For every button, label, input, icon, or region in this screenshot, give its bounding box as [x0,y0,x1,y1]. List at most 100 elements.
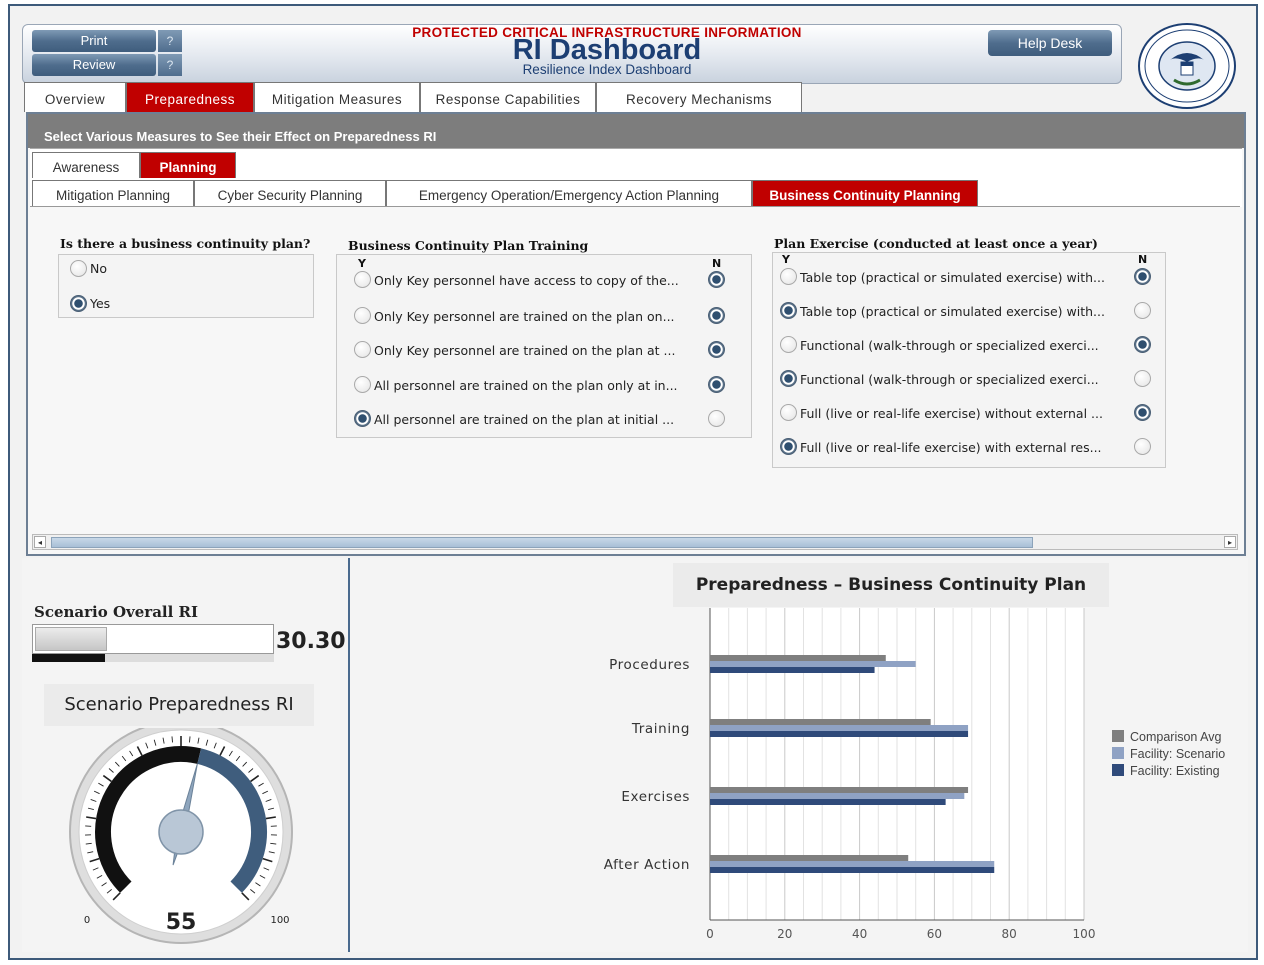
scenario-overall-ri-track [32,654,274,662]
gauge-value-label: 55 [166,910,197,935]
scenario-overall-ri-value: 30.30 [276,629,346,654]
training-option-1-label: Only Key personnel have access to copy o… [374,273,679,288]
training-option-4-no-radio[interactable] [708,376,725,393]
training-y-header: Y [358,257,366,270]
chart-x-tick-label: 40 [852,927,867,941]
dhs-seal-icon [1138,23,1236,109]
subtab-planning[interactable]: Planning [140,152,236,178]
gauge-max-label: 100 [270,915,289,926]
exercise-option-5-no-radio[interactable] [1134,404,1151,421]
exercise-option-5-yes-radio[interactable] [780,404,797,421]
training-option-5-label: All personnel are trained on the plan at… [374,412,675,427]
chart-bar [710,661,916,667]
chart-legend-swatch [1112,730,1124,742]
chart-legend-swatch [1112,764,1124,776]
chart-bar [710,799,946,805]
chart-bar [710,867,995,873]
exercise-option-6-no-radio[interactable] [1134,438,1151,455]
bcp-question-title: Is there a business continuity plan? [60,236,311,251]
exercise-option-4-label: Functional (walk-through or specialized … [800,372,1099,387]
bcp-yes-radio[interactable] [70,295,87,312]
horizontal-scrollbar[interactable]: ◂ ▸ [32,534,1238,550]
bcp-yes-label: Yes [90,296,111,311]
tab-emergency-operation-planning[interactable]: Emergency Operation/Emergency Action Pla… [386,180,752,206]
chart-x-tick-label: 100 [1073,927,1096,941]
exercise-option-4-no-radio[interactable] [1134,370,1151,387]
bcp-no-label: No [90,261,107,276]
training-option-2-label: Only Key personnel are trained on the pl… [374,309,675,324]
chart-x-tick-label: 60 [927,927,942,941]
preparedness-bar-chart: 0 20 40 60 80 100 Procedures Training Exercises A… [604,608,1225,941]
training-title: Business Continuity Plan Training [348,238,589,253]
subtab-awareness[interactable]: Awareness [32,152,140,178]
exercise-option-2-no-radio[interactable] [1134,302,1151,319]
tab-recovery-mechanisms[interactable]: Recovery Mechanisms [596,82,802,112]
chart-legend-label: Facility: Scenario [1130,747,1225,761]
chart-bar [710,787,969,793]
training-option-4-label: All personnel are trained on the plan on… [374,378,678,393]
chart-bar [710,793,965,799]
scroll-left-icon[interactable]: ◂ [34,536,46,548]
scroll-thumb[interactable] [51,537,1033,548]
exercise-option-2-label: Table top (practical or simulated exerci… [800,304,1105,319]
chart-legend-swatch [1112,747,1124,759]
exercise-option-1-label: Table top (practical or simulated exerci… [800,270,1105,285]
scroll-right-icon[interactable]: ▸ [1224,536,1236,548]
chart-category-label: Exercises [621,789,690,805]
preparedness-gauge: 0 100 55 [69,728,293,944]
chart-category-label: Procedures [609,657,690,673]
scenario-overall-ri-bar [32,624,274,654]
gauge-tick [171,736,173,743]
scenario-overall-ri-label: Scenario Overall RI [34,603,199,621]
chart-category-label: Training [631,721,690,737]
gauge-hub [158,809,204,855]
results-divider [348,558,350,952]
training-option-4-yes-radio[interactable] [354,376,371,393]
tab-preparedness[interactable]: Preparedness [126,82,254,112]
training-option-3-no-radio[interactable] [708,341,725,358]
chart-legend-label: Comparison Avg [1130,730,1222,744]
tab-cyber-security-planning[interactable]: Cyber Security Planning [194,180,386,206]
exercise-option-1-no-radio[interactable] [1134,268,1151,285]
tab-mitigation-measures[interactable]: Mitigation Measures [254,82,420,112]
preparedness-gauge-title: Scenario Preparedness RI [44,684,314,726]
training-option-5-no-radio[interactable] [708,410,725,427]
training-option-5-yes-radio[interactable] [354,410,371,427]
chart-legend-label: Facility: Existing [1130,764,1220,778]
gauge-min-label: 0 [84,915,90,926]
chart-bar [710,855,909,861]
tab-response-capabilities[interactable]: Response Capabilities [420,82,596,112]
exercise-option-3-yes-radio[interactable] [780,336,797,353]
training-option-3-yes-radio[interactable] [354,341,371,358]
app-subtitle: Resilience Index Dashboard [522,62,692,77]
exercise-option-3-label: Functional (walk-through or specialized … [800,338,1099,353]
exercise-option-2-yes-radio[interactable] [780,302,797,319]
chart-category-label: After Action [604,857,690,873]
exercise-option-4-yes-radio[interactable] [780,370,797,387]
chart-x-tick-label: 80 [1002,927,1017,941]
tab-mitigation-planning[interactable]: Mitigation Planning [32,180,194,206]
exercise-n-header: N [1138,253,1148,266]
bcp-no-radio[interactable] [70,260,87,277]
training-option-1-no-radio[interactable] [708,271,725,288]
chart-x-tick-label: 0 [706,927,714,941]
training-option-3-label: Only Key personnel are trained on the pl… [374,343,676,358]
exercise-option-6-yes-radio[interactable] [780,438,797,455]
training-option-2-no-radio[interactable] [708,307,725,324]
scenario-overall-ri-track-fill [32,654,105,662]
exercise-y-header: Y [782,253,790,266]
exercise-option-1-yes-radio[interactable] [780,268,797,285]
chart-bar [710,719,931,725]
instruction-text: Select Various Measures to See their Eff… [44,129,437,144]
training-n-header: N [712,257,722,270]
chart-bar [710,725,969,731]
tab-business-continuity-planning[interactable]: Business Continuity Planning [752,180,978,206]
training-option-1-yes-radio[interactable] [354,271,371,288]
chart-bar [710,667,875,673]
tab-overview[interactable]: Overview [24,82,126,112]
help-desk-button[interactable]: Help Desk [988,30,1112,56]
chart-bar [710,731,969,737]
exercise-option-5-label: Full (live or real-life exercise) withou… [800,406,1103,421]
exercise-option-3-no-radio[interactable] [1134,336,1151,353]
training-option-2-yes-radio[interactable] [354,307,371,324]
